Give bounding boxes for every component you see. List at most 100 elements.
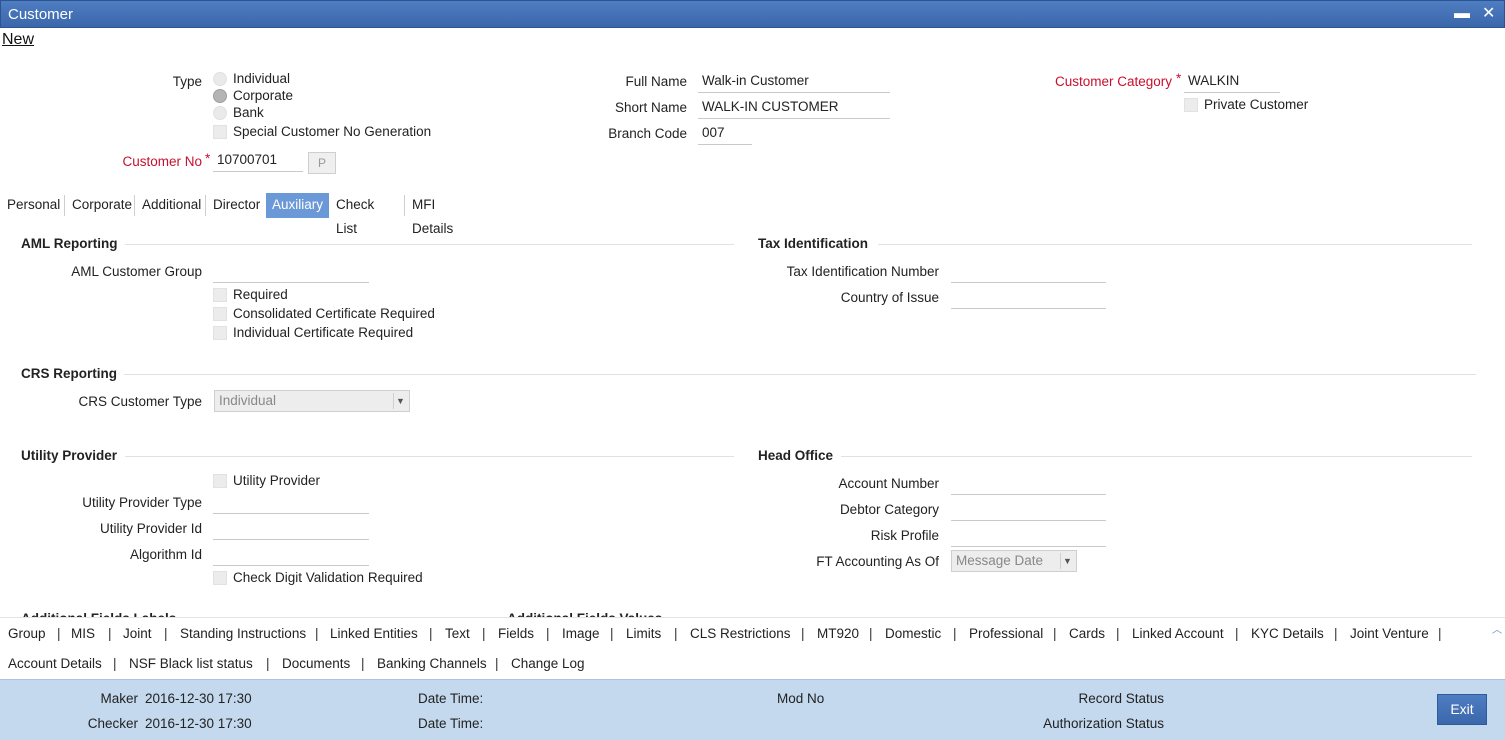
account-number-label: Account Number xyxy=(838,476,939,491)
tab-director[interactable]: Director xyxy=(207,193,266,218)
utility-provider-checkbox[interactable] xyxy=(213,474,227,488)
link-mt920[interactable]: MT920 xyxy=(817,626,859,641)
type-radio-individual[interactable] xyxy=(213,72,227,86)
link-separator: | xyxy=(546,626,550,641)
branch-code-label: Branch Code xyxy=(608,126,687,141)
check-digit-validation-label: Check Digit Validation Required xyxy=(233,570,423,585)
tab-divider xyxy=(205,195,206,216)
link-domestic[interactable]: Domestic xyxy=(885,626,941,641)
ft-accounting-as-of-label: FT Accounting As Of xyxy=(816,554,939,569)
link-separator: | xyxy=(1438,626,1442,641)
check-digit-validation-checkbox[interactable] xyxy=(213,571,227,585)
debtor-category-field[interactable] xyxy=(951,499,1106,521)
tab-additional[interactable]: Additional xyxy=(136,193,207,218)
link-banking-channels[interactable]: Banking Channels xyxy=(377,656,487,671)
tab-divider xyxy=(64,195,65,216)
link-separator: | xyxy=(1334,626,1338,641)
link-cards[interactable]: Cards xyxy=(1069,626,1105,641)
link-separator: | xyxy=(164,626,168,641)
link-separator: | xyxy=(482,626,486,641)
tin-label: Tax Identification Number xyxy=(786,264,939,279)
debtor-category-label: Debtor Category xyxy=(839,502,939,517)
link-cls-restrictions[interactable]: CLS Restrictions xyxy=(690,626,791,641)
p-button[interactable]: P xyxy=(308,152,336,174)
link-standing-instructions[interactable]: Standing Instructions xyxy=(180,626,306,641)
utility-provider-type-label: Utility Provider Type xyxy=(82,495,202,510)
link-nsf-black-list-status[interactable]: NSF Black list status xyxy=(129,656,253,671)
maker-label: Maker xyxy=(100,691,138,706)
section-divider xyxy=(878,244,1472,245)
tab-mfi-details[interactable]: MFI Details xyxy=(406,193,459,236)
branch-code-field[interactable]: 007 xyxy=(698,123,752,145)
link-separator: | xyxy=(495,656,499,671)
special-customer-no-checkbox[interactable] xyxy=(213,125,227,139)
scroll-up-icon[interactable]: ︿ xyxy=(1492,621,1502,636)
short-name-label: Short Name xyxy=(614,100,687,115)
tab-personal[interactable]: Personal xyxy=(1,193,66,218)
special-customer-no-label: Special Customer No Generation xyxy=(233,124,432,139)
utility-provider-type-field[interactable] xyxy=(213,492,369,514)
link-kyc-details[interactable]: KYC Details xyxy=(1251,626,1324,641)
link-linked-account[interactable]: Linked Account xyxy=(1132,626,1224,641)
section-divider xyxy=(124,374,1476,375)
link-text[interactable]: Text xyxy=(445,626,470,641)
customer-category-field[interactable]: WALKIN xyxy=(1184,71,1280,93)
tax-identification-heading: Tax Identification xyxy=(758,236,869,251)
tin-field[interactable] xyxy=(951,261,1106,283)
type-option-individual: Individual xyxy=(233,71,291,86)
algorithm-id-field[interactable] xyxy=(213,544,369,566)
link-separator: | xyxy=(315,626,319,641)
link-separator: | xyxy=(1053,626,1057,641)
link-separator: | xyxy=(361,656,365,671)
link-limits[interactable]: Limits xyxy=(626,626,661,641)
customer-no-field[interactable]: 10700701 xyxy=(213,150,303,172)
link-joint-venture[interactable]: Joint Venture xyxy=(1350,626,1429,641)
utility-provider-id-field[interactable] xyxy=(213,518,369,540)
tab-check-list[interactable]: Check List xyxy=(330,193,380,236)
head-office-heading: Head Office xyxy=(758,448,834,463)
link-mis[interactable]: MIS xyxy=(71,626,95,641)
close-icon[interactable]: ✕ xyxy=(1482,4,1495,24)
minimize-icon[interactable]: ▬ xyxy=(1454,4,1470,24)
tab-auxiliary[interactable]: Auxiliary xyxy=(266,193,330,218)
type-option-bank: Bank xyxy=(233,105,264,120)
link-group[interactable]: Group xyxy=(8,626,46,641)
link-image[interactable]: Image xyxy=(562,626,600,641)
link-joint[interactable]: Joint xyxy=(123,626,152,641)
private-customer-checkbox[interactable] xyxy=(1184,98,1198,112)
link-fields[interactable]: Fields xyxy=(498,626,534,641)
link-separator: | xyxy=(266,656,270,671)
short-name-field[interactable]: WALK-IN CUSTOMER xyxy=(698,97,890,119)
risk-profile-label: Risk Profile xyxy=(870,528,939,543)
type-radio-corporate[interactable] xyxy=(213,89,227,103)
link-change-log[interactable]: Change Log xyxy=(511,656,585,671)
link-documents[interactable]: Documents xyxy=(282,656,350,671)
individual-certificate-checkbox[interactable] xyxy=(213,326,227,340)
checker-value: 2016-12-30 17:30 xyxy=(145,716,252,731)
account-number-field[interactable] xyxy=(951,473,1106,495)
aml-customer-group-label: AML Customer Group xyxy=(71,264,202,279)
country-of-issue-field[interactable] xyxy=(951,287,1106,309)
link-separator: | xyxy=(1116,626,1120,641)
new-menu-item[interactable]: New xyxy=(2,31,34,49)
link-separator: | xyxy=(953,626,957,641)
ft-accounting-as-of-select[interactable]: Message Date ▼ xyxy=(951,550,1077,572)
crs-customer-type-select[interactable]: Individual ▼ xyxy=(214,390,410,412)
exit-button[interactable]: Exit xyxy=(1437,694,1487,725)
link-professional[interactable]: Professional xyxy=(969,626,1043,641)
private-customer-label: Private Customer xyxy=(1204,97,1309,112)
type-radio-bank[interactable] xyxy=(213,106,227,120)
maker-date-time-label: Date Time: xyxy=(418,691,484,706)
consolidated-certificate-checkbox[interactable] xyxy=(213,307,227,321)
section-divider xyxy=(125,244,734,245)
aml-required-checkbox[interactable] xyxy=(213,288,227,302)
full-name-field[interactable]: Walk-in Customer xyxy=(698,71,890,93)
link-linked-entities[interactable]: Linked Entities xyxy=(330,626,418,641)
link-account-details[interactable]: Account Details xyxy=(8,656,102,671)
aml-customer-group-field[interactable] xyxy=(213,261,369,283)
risk-profile-field[interactable] xyxy=(951,525,1106,547)
link-separator: | xyxy=(57,626,61,641)
tab-corporate[interactable]: Corporate xyxy=(66,193,138,218)
customer-category-required-mark: * xyxy=(1176,71,1182,86)
algorithm-id-label: Algorithm Id xyxy=(129,547,202,562)
